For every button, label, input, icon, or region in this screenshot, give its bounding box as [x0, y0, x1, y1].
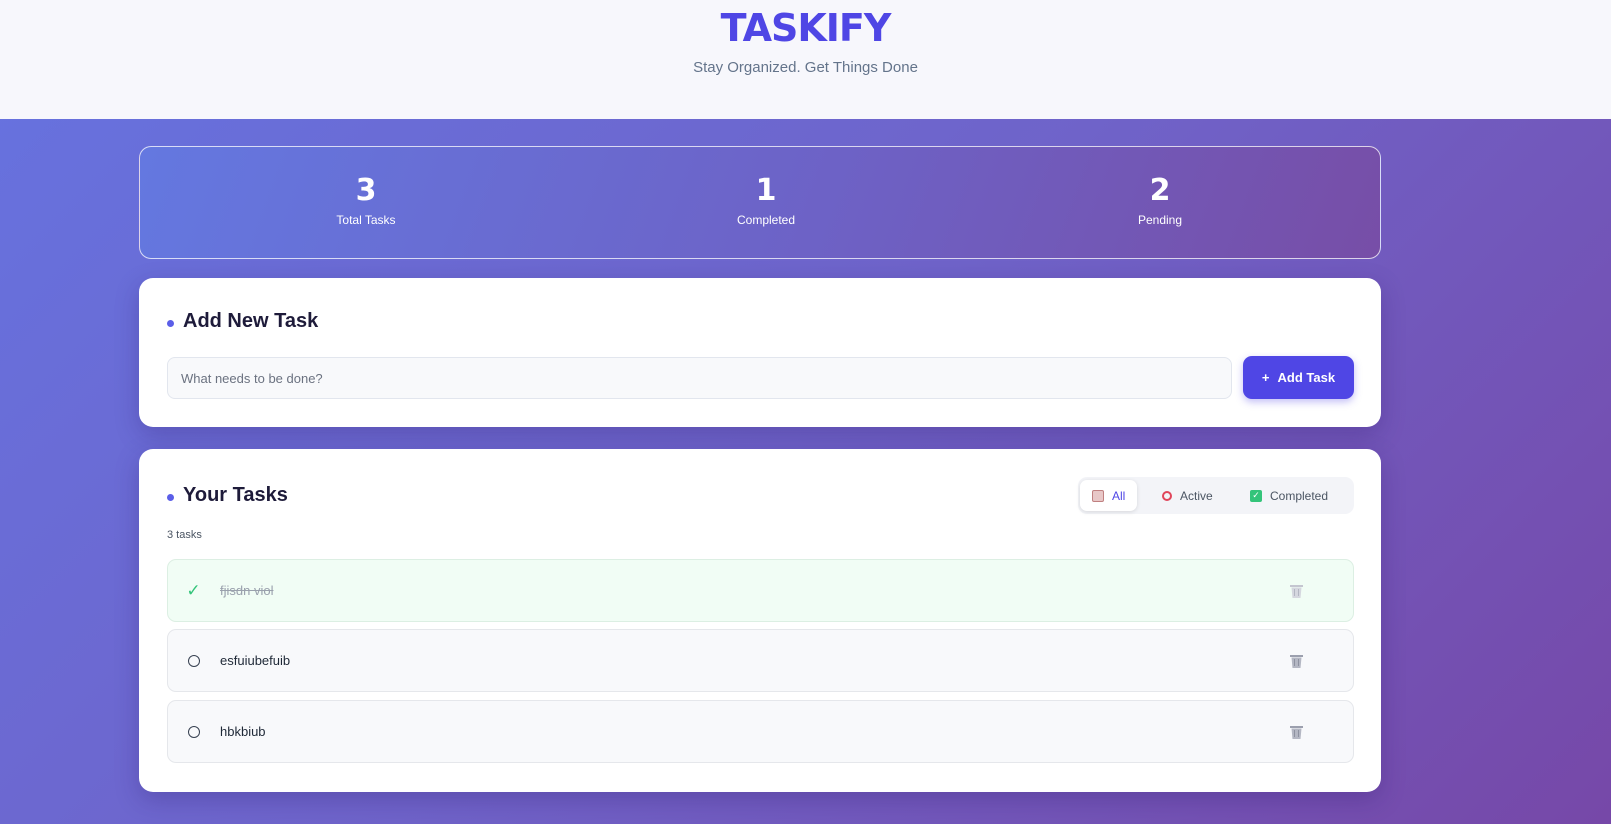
stat-total: 3 Total Tasks — [286, 173, 446, 227]
app-header: TASKIFY Stay Organized. Get Things Done — [0, 0, 1611, 119]
task-filter-group: All Active ✓ Completed — [1078, 477, 1354, 514]
task-text: esfuiubefuib — [220, 653, 291, 668]
trash-icon[interactable] — [1290, 725, 1303, 739]
app-tagline: Stay Organized. Get Things Done — [693, 59, 918, 76]
stat-total-value: 3 — [355, 173, 377, 208]
filter-active-label: Active — [1180, 488, 1213, 503]
stat-pending: 2 Pending — [1080, 173, 1240, 227]
tasks-card: Your Tasks All Active ✓ Completed 3 task… — [139, 449, 1381, 792]
bullet-dot-icon — [167, 320, 174, 327]
add-task-title: Add New Task — [183, 310, 319, 332]
alarm-clock-icon — [1162, 490, 1172, 501]
task-item: ✓ fjisdn viol — [167, 559, 1354, 622]
task-toggle[interactable] — [187, 725, 200, 738]
plus-icon: + — [1261, 370, 1270, 385]
tasks-heading: Your Tasks — [167, 484, 288, 507]
stats-panel: 3 Total Tasks 1 Completed 2 Pending — [139, 146, 1381, 259]
new-task-input[interactable] — [167, 357, 1232, 399]
filter-completed-label: Completed — [1270, 488, 1329, 503]
trash-icon[interactable] — [1290, 654, 1303, 668]
task-text: fjisdn viol — [220, 583, 274, 598]
filter-active[interactable]: Active — [1150, 480, 1225, 511]
clipboard-icon — [1092, 489, 1104, 502]
empty-circle-icon — [187, 654, 200, 667]
check-box-icon: ✓ — [1250, 489, 1262, 502]
trash-icon[interactable] — [1290, 584, 1303, 598]
task-toggle[interactable]: ✓ — [186, 581, 201, 600]
task-count: 3 tasks — [167, 529, 202, 541]
checkmark-icon: ✓ — [186, 581, 201, 600]
stat-completed-value: 1 — [755, 173, 777, 208]
add-task-button[interactable]: + Add Task — [1243, 356, 1354, 399]
empty-circle-icon — [187, 725, 200, 738]
app-title: TASKIFY — [720, 6, 892, 50]
stat-completed-label: Completed — [736, 213, 796, 227]
stat-pending-value: 2 — [1149, 173, 1171, 208]
stat-completed: 1 Completed — [686, 173, 846, 227]
filter-all-label: All — [1112, 488, 1126, 503]
add-task-card: Add New Task + Add Task — [139, 278, 1381, 427]
stat-total-label: Total Tasks — [336, 213, 396, 227]
bullet-dot-icon — [167, 494, 174, 501]
stat-pending-label: Pending — [1137, 213, 1183, 227]
task-toggle[interactable] — [187, 654, 200, 667]
add-task-button-label: Add Task — [1277, 370, 1336, 385]
filter-all[interactable]: All — [1080, 480, 1138, 511]
tasks-title: Your Tasks — [183, 484, 288, 506]
task-item: hbkbiub — [167, 700, 1354, 763]
task-item: esfuiubefuib — [167, 629, 1354, 692]
add-task-heading: Add New Task — [167, 310, 318, 333]
task-text: hbkbiub — [220, 724, 266, 739]
filter-completed[interactable]: ✓ Completed — [1238, 480, 1340, 511]
